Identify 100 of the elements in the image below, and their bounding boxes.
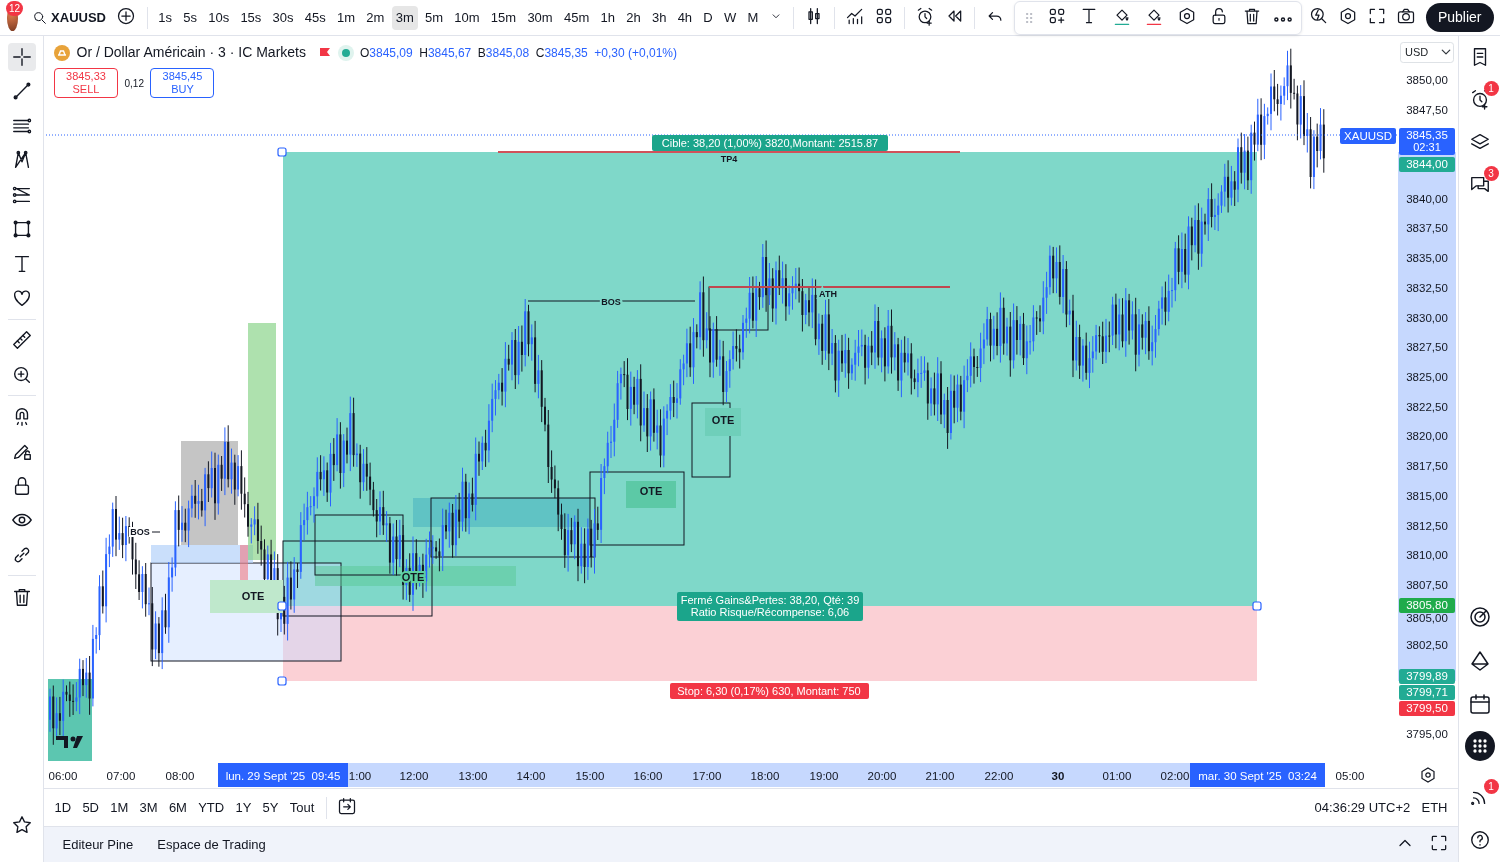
interval-button[interactable]: 10s [204,5,234,30]
structure-label: BOS [601,297,621,307]
publish-button[interactable]: Publier [1425,3,1494,32]
target-label: Cible: 38,20 (1,00%) 3820,Montant: 2515.87 [652,135,888,151]
price-label: 3835,00 [1406,252,1448,264]
price-label: 3832,50 [1406,282,1448,294]
price-tag: 3799,71 [1399,685,1455,700]
interval-button[interactable]: 2m [362,5,389,30]
interval-button[interactable]: 3h [647,5,671,30]
symbol-tag: XAUUSD [1340,128,1396,144]
zone-label: OTE [401,571,425,583]
range-button[interactable]: 3M [135,795,162,820]
price-label: 3820,00 [1406,430,1448,442]
price-label: 3795,00 [1406,728,1448,740]
ohlc-value: C3845,35 [535,44,588,62]
interval-button[interactable]: 2h [622,5,645,30]
time-label: 08:00 [165,770,195,782]
price-label: 3805,00 [1406,612,1448,624]
symbol-title: Or / Dollar Américain · 3 · IC Markets [76,43,306,62]
time-label: 14:00 [516,770,546,782]
interval-button[interactable]: 15m [486,5,521,30]
price-label: 3850,00 [1406,74,1448,86]
price-label: 3817,50 [1406,460,1448,472]
panel-tab[interactable]: Espace de Trading [145,830,278,859]
interval-button[interactable]: M [743,5,763,30]
spread-value: 0,12 [124,76,144,91]
interval-button[interactable]: 30s [268,5,298,30]
ohlc-value: O3845,09 [360,44,413,62]
interval-button[interactable]: 45s [300,5,330,30]
sell-button[interactable]: 3845,33 SELL [54,68,118,98]
interval-button[interactable]: D [699,5,717,30]
time-tag: mar. 30 Sept '25 03:24 [1190,763,1325,787]
range-button[interactable]: YTD [194,795,229,820]
range-button[interactable]: 6M [164,795,191,820]
buy-button[interactable]: 3845,45 BUY [150,68,215,98]
time-label: 1:00 [348,770,372,782]
interval-button[interactable]: 15s [236,5,266,30]
interval-button[interactable]: 10m [450,5,484,30]
price-tag: 3799,89 [1399,669,1455,684]
zone-label: OTE [711,414,735,426]
price-tag: 3845,35 02:31 [1399,128,1455,155]
price-label: 3825,00 [1406,371,1448,383]
session-button[interactable]: ETH [1417,795,1452,820]
time-label: 06:00 [48,770,78,782]
change-value: +0,30 (+0,01%) [594,44,677,62]
range-button[interactable]: 5Y [258,795,283,820]
symbol-search[interactable]: XAUUSD [27,5,110,30]
interval-button[interactable]: 30m [523,5,557,30]
interval-button[interactable]: 5s [179,5,201,30]
interval-button[interactable]: 3m [391,5,418,30]
interval-button[interactable]: 1h [596,5,619,30]
price-label: 3840,00 [1406,193,1448,205]
price-label: 3807,50 [1406,579,1448,591]
ohlc-value: B3845,08 [477,44,530,62]
stop-label: Stop: 6,30 (0,17%) 630, Montant: 750 [670,683,869,699]
time-label: 07:00 [106,770,136,782]
range-button[interactable]: 5D [78,795,103,820]
interval-button[interactable]: 45m [559,5,594,30]
range-button[interactable]: 1M [106,795,133,820]
range-button[interactable]: 1Y [231,795,256,820]
price-label: 3827,50 [1406,341,1448,353]
time-label: 30 [1051,770,1065,782]
level-label: TP4 [720,154,738,164]
notification-badge: 12 [5,0,24,16]
price-tag: 3799,50 [1399,701,1455,716]
time-label: 05:00 [1335,770,1365,782]
ohlc-value: H3845,67 [419,44,472,62]
time-label: 17:00 [692,770,722,782]
time-label: 19:00 [809,770,839,782]
notification-badge: 1 [1483,81,1499,96]
price-label: 3837,50 [1406,222,1448,234]
price-label: 3830,00 [1406,312,1448,324]
time-label: 15:00 [575,770,605,782]
result-label: Fermé Gains&Pertes: 38,20, Qté: 39 Ratio Risque/Récompense: 6,06 [677,592,863,621]
panel-tab[interactable]: Editeur Pine [50,830,146,859]
interval-button[interactable]: 1m [333,5,360,30]
time-label: 16:00 [633,770,663,782]
time-label: 01:00 [1102,770,1132,782]
time-label: 21:00 [925,770,955,782]
currency-select[interactable]: USD [1400,42,1454,63]
range-button[interactable]: 1D [50,795,76,820]
time-label: 22:00 [984,770,1014,782]
price-label: 3847,50 [1406,104,1448,116]
notification-badge: 1 [1483,779,1499,794]
price-label: 3822,50 [1406,401,1448,413]
zone-label: OTE [639,485,663,497]
interval-button[interactable]: 1s [154,5,176,30]
price-label: 3812,50 [1406,520,1448,532]
interval-button[interactable]: 4h [673,5,697,30]
level-label: ATH [819,289,837,299]
range-button[interactable]: Tout [285,795,319,820]
timezone-button[interactable]: 04:36:29 UTC+2 [1310,795,1415,820]
time-label: 20:00 [867,770,897,782]
price-tag: 3805,80 [1399,598,1455,613]
price-label: 3802,50 [1406,639,1448,651]
price-label: 3815,00 [1406,490,1448,502]
price-label: 3810,00 [1406,549,1448,561]
interval-button[interactable]: W [720,5,741,30]
time-label: 18:00 [750,770,780,782]
interval-button[interactable]: 5m [421,5,448,30]
